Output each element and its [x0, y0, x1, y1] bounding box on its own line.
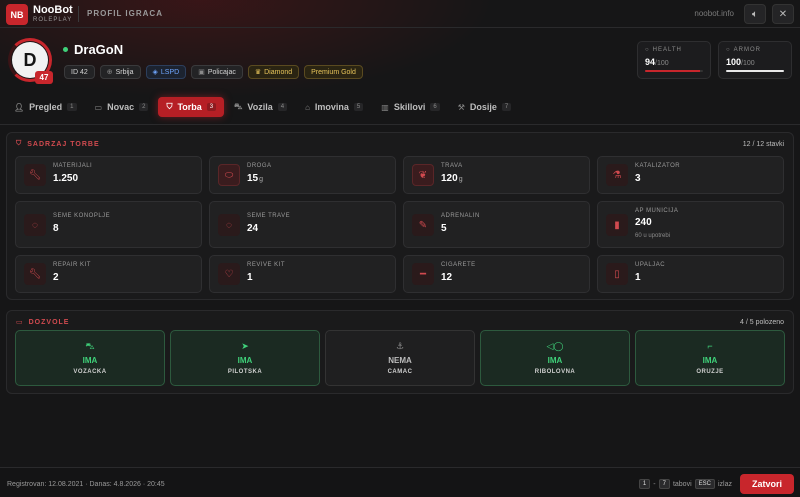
close-button[interactable]: Zatvori [740, 474, 794, 494]
chip-vip: ♛ Diamond [247, 65, 300, 79]
cigarette-icon: ━ [412, 263, 434, 285]
brand-name: NooBot [33, 4, 73, 16]
online-status-dot [63, 47, 68, 52]
brand: NooBot ROLEPLAY [33, 5, 73, 25]
item-ap-municija[interactable]: ▮ AP MUNICIJA 240 60 u upotrebi [597, 201, 784, 248]
chip-faction: ◈ LSPD [145, 65, 187, 79]
item-katalizator[interactable]: ⚗ KATALIZATOR 3 [597, 156, 784, 194]
shield-icon: ◈ [152, 69, 158, 76]
armor-value: 100 [726, 57, 742, 67]
heart-icon: ○ [645, 47, 650, 53]
permit-pilotska[interactable]: ➤ IMA PILOTSKA [170, 330, 320, 386]
tab-divider [0, 124, 800, 125]
tab-imovina[interactable]: ⌂ Imovina 5 [297, 97, 371, 117]
wallet-icon: ▭ [94, 102, 103, 112]
bag-title: SADRZAJ TORBE [27, 140, 100, 148]
ammo-in-use: 60 u upotrebi [635, 233, 671, 239]
health-stat: ○ HEALTH 94/100 [637, 41, 711, 79]
item-cigarete[interactable]: ━ CIGARETE 12 [403, 255, 590, 293]
permits-count: 4 / 5 polozeno [740, 319, 784, 326]
bag-icon: ⛉ [16, 140, 23, 147]
fish-icon: ◁◯ [546, 341, 564, 351]
key-7: 7 [658, 479, 670, 489]
page-title: PROFIL IGRACA [87, 9, 163, 18]
pill-icon: ⬭ [218, 164, 240, 186]
sound-button[interactable]: 🔈︎ [744, 4, 766, 24]
item-seme-trave[interactable]: ◌ SEME TRAVE 24 [209, 201, 396, 248]
armor-bar [726, 70, 784, 72]
crown-icon: ♛ [254, 69, 262, 76]
gavel-icon: ⚒ [457, 102, 465, 112]
chip-country: ⊕ Srbija [99, 65, 141, 79]
item-materijali[interactable]: 🔧︎ MATERIJALI 1.250 [15, 156, 202, 194]
bullet-icon: ▮ [606, 214, 628, 236]
seed-icon: ◌ [24, 214, 46, 236]
key-esc: ESC [694, 479, 715, 489]
item-droga[interactable]: ⬭ DROGA 15g [209, 156, 396, 194]
car-icon: ⛍ [234, 102, 243, 111]
health-bar [645, 70, 703, 72]
shield-icon: ○ [726, 47, 731, 53]
armor-stat: ○ ARMOR 100/100 [718, 41, 792, 79]
close-window-button[interactable]: ✕ [772, 4, 794, 24]
item-adrenalin[interactable]: ✎ ADRENALIN 5 [403, 201, 590, 248]
permit-camac[interactable]: ⚓ NEMA CAMAC [325, 330, 475, 386]
flask-icon: ⚗ [606, 164, 628, 186]
chip-rank: ▣ Policajac [191, 65, 243, 79]
item-repair-kit[interactable]: 🔧︎ REPAIR KIT 2 [15, 255, 202, 293]
wrench-icon: 🔧︎ [24, 164, 46, 186]
registration-info: Registrovan: 12.08.2021 · Danas: 4.8.202… [7, 481, 165, 488]
bag-count: 12 / 12 stavki [742, 141, 784, 148]
tab-vozila[interactable]: ⛍ Vozila 4 [226, 97, 295, 117]
key-1: 1 [638, 479, 651, 489]
lighter-icon: ▯ [606, 263, 628, 285]
player-name: DraGoN [74, 42, 124, 57]
tab-skillovi[interactable]: ▥ Skillovi 6 [373, 97, 447, 117]
permit-ribolovna[interactable]: ◁◯ IMA RIBOLOVNA [480, 330, 630, 386]
player-chips: ID 42 ⊕ Srbija ◈ LSPD ▣ Policajac ♛ Diamond … [64, 65, 363, 79]
car-icon: ⛍ [85, 341, 95, 351]
bag-icon: ⛉ [166, 102, 173, 111]
permit-oruzje[interactable]: ⌐ IMA ORUZJE [635, 330, 785, 386]
item-upaljac[interactable]: ▯ UPALJAC 1 [597, 255, 784, 293]
item-revive-kit[interactable]: ♡ REVIVE KIT 1 [209, 255, 396, 293]
footer: Registrovan: 12.08.2021 · Danas: 4.8.202… [0, 467, 800, 497]
speaker-icon: 🔈︎ [752, 8, 758, 20]
item-seme-konoplje[interactable]: ◌ SEME KONOPLJE 8 [15, 201, 202, 248]
app-logo: NB [6, 4, 28, 25]
top-bar: NB NooBot ROLEPLAY PROFIL IGRACA noobot.… [0, 0, 800, 28]
chip-id: ID 42 [64, 65, 95, 79]
chart-icon: ▥ [381, 102, 389, 112]
item-trava[interactable]: ❦ TRAVA 120g [403, 156, 590, 194]
gun-icon: ⌐ [707, 341, 713, 351]
health-value: 94 [645, 57, 656, 67]
user-icon: 👤︎ [14, 102, 25, 112]
seed-icon: ◌ [218, 214, 240, 236]
card-icon: ▭ [16, 319, 24, 326]
tab-novac[interactable]: ▭ Novac 2 [87, 97, 157, 117]
leaf-icon: ❦ [412, 164, 434, 186]
syringe-icon: ✎ [412, 214, 434, 236]
boat-icon: ⚓ [395, 341, 405, 351]
tab-pregled[interactable]: 👤︎ Pregled 1 [6, 97, 85, 117]
close-icon: ✕ [778, 8, 788, 20]
permits-title: DOZVOLE [28, 318, 70, 326]
permit-vozacka[interactable]: ⛍ IMA VOZACKA [15, 330, 165, 386]
level-badge: 47 [35, 71, 53, 84]
tab-torba[interactable]: ⛉ Torba 3 [158, 97, 225, 117]
tab-bar: 👤︎ Pregled 1 ▭ Novac 2 ⛉ Torba 3 ⛍ Vozila 4 ⌂ Imo… [6, 97, 519, 117]
divider [78, 6, 79, 22]
keyboard-hints: 1 - 7 tabovi ESC izlaz [638, 479, 732, 489]
wrench-icon: 🔧︎ [24, 263, 46, 285]
home-icon: ⌂ [305, 102, 310, 112]
brand-sub: ROLEPLAY [33, 17, 73, 23]
site-link[interactable]: noobot.info [694, 9, 734, 18]
briefcase-icon: ▣ [198, 69, 205, 76]
globe-icon: ⊕ [106, 69, 113, 76]
heart-icon: ♡ [218, 263, 240, 285]
tab-dosije[interactable]: ⚒ Dosije 7 [450, 97, 520, 117]
plane-icon: ➤ [241, 341, 249, 351]
chip-premium: Premium Gold [304, 65, 363, 79]
